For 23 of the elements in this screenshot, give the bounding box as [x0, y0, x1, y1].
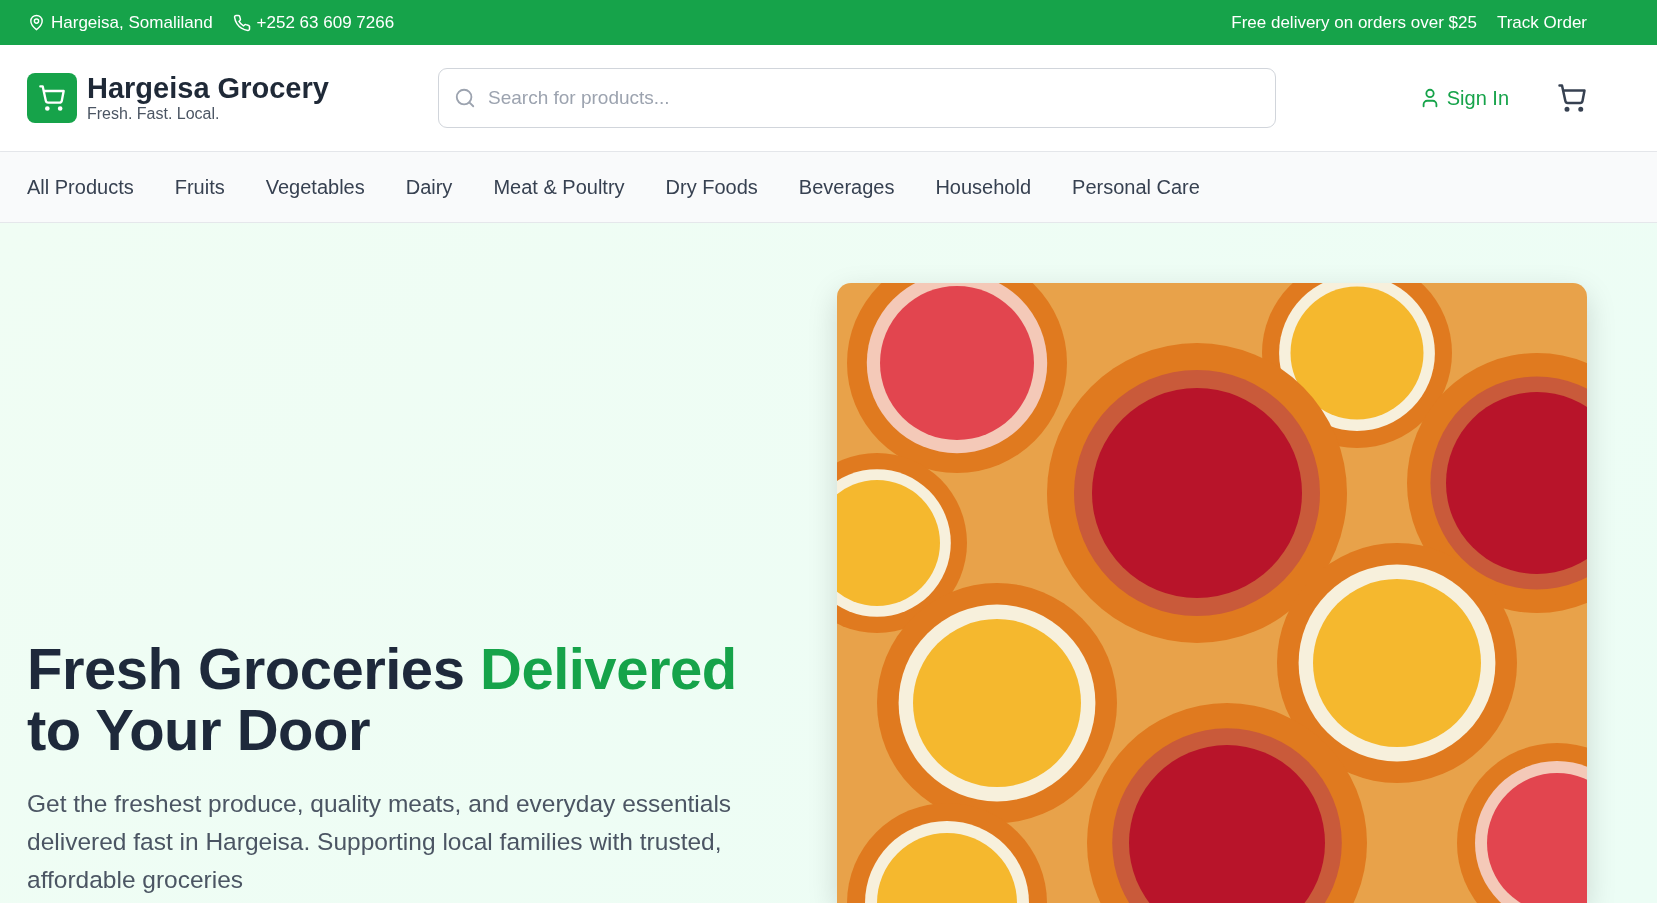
- category-link[interactable]: Dairy: [405, 175, 453, 199]
- category-link[interactable]: Household: [935, 175, 1032, 199]
- category-link[interactable]: Vegetables: [265, 175, 365, 199]
- category-link[interactable]: Meat & Poultry: [493, 175, 625, 199]
- category-link[interactable]: Dry Foods: [665, 175, 758, 199]
- hero-description: Get the freshest produce, quality meats, and everyday essentials delivered fast in Hargeisa. Supporting local families with trusted, affordable groceries: [27, 789, 733, 895]
- category-link[interactable]: Personal Care: [1072, 175, 1200, 199]
- location-pin-icon: [28, 14, 45, 31]
- phone-number: +252 63 609 7266: [256, 12, 395, 33]
- location-text: Hargeisa, Somaliland: [51, 12, 213, 33]
- category-link[interactable]: Fruits: [174, 175, 225, 199]
- search-field[interactable]: Search for products...: [486, 86, 1260, 110]
- category-link[interactable]: All Products: [27, 175, 134, 199]
- free-delivery-text: Free delivery on orders over $25: [1231, 12, 1477, 33]
- search-icon: [454, 87, 476, 109]
- brand-name: Hargeisa Grocery: [87, 73, 329, 105]
- search-bar[interactable]: Search for products...: [438, 68, 1276, 128]
- cart-logo-icon: [27, 73, 77, 123]
- brand-tagline: Fresh. Fast. Local.: [87, 104, 221, 123]
- phone-icon: [232, 13, 251, 32]
- cart-icon[interactable]: [1557, 83, 1587, 113]
- hero-heading: Fresh Groceries Delivered to Your Door: [27, 639, 738, 761]
- category-link[interactable]: Beverages: [798, 175, 895, 199]
